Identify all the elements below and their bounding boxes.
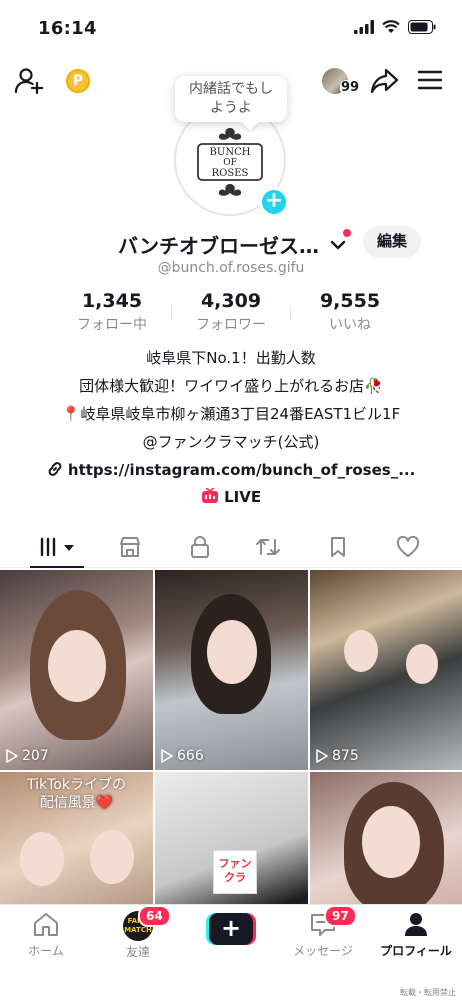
stat-followers-label: フォロワー xyxy=(196,317,266,333)
play-icon xyxy=(161,749,173,763)
link-icon xyxy=(48,462,62,476)
status-icons xyxy=(354,20,436,34)
view-count-text: 207 xyxy=(22,748,49,764)
video-thumbnail[interactable]: TikTokライブの 配信風景❤️ xyxy=(0,772,153,904)
live-label: LIVE xyxy=(224,488,262,506)
status-bar: 16:14 xyxy=(0,0,462,56)
thumb-face xyxy=(344,630,378,672)
thumb-face xyxy=(20,832,64,886)
stat-likes[interactable]: 9,555 いいね xyxy=(290,290,410,334)
menu-icon[interactable] xyxy=(417,69,443,95)
profile-name[interactable]: バンチオブローゼス… xyxy=(118,230,319,259)
tabbar-profile-label: プロフィール xyxy=(380,944,452,958)
stat-following-count: 1,345 xyxy=(81,290,143,312)
inbox-badge: 97 xyxy=(324,905,357,927)
tabbar-profile[interactable]: プロフィール xyxy=(378,911,454,959)
view-count: 666 xyxy=(161,748,204,764)
tab-liked[interactable] xyxy=(388,532,428,562)
battery-icon xyxy=(408,20,436,34)
bunch-of-roses-logo: BUNCH OF ROSES xyxy=(197,128,263,196)
svg-text:OF: OF xyxy=(223,158,237,168)
tab-private[interactable] xyxy=(180,532,220,562)
stat-followers[interactable]: 4,309 フォロワー xyxy=(171,290,291,334)
status-time: 16:14 xyxy=(38,18,97,39)
profile-handle: @bunch.of.roses.gifu xyxy=(157,260,305,276)
svg-text:BUNCH: BUNCH xyxy=(210,147,251,158)
grid-filter-icon xyxy=(40,537,74,557)
live-tv-icon xyxy=(201,487,218,503)
bio-line-2: 団体様大歓迎！ワイワイ盛り上がれるお店🥀 xyxy=(79,377,383,395)
tabbar-home-label: ホーム xyxy=(28,944,64,958)
tab-reposts[interactable] xyxy=(248,532,288,562)
video-thumbnail[interactable] xyxy=(310,772,462,904)
add-friend-icon[interactable] xyxy=(14,66,44,100)
thumb-face xyxy=(90,830,134,884)
tooltip-line-1: 内緒話でもし xyxy=(189,81,273,97)
note-tooltip[interactable]: 内緒話でもし ようよ xyxy=(175,76,287,122)
home-icon xyxy=(34,913,58,936)
view-count-text: 666 xyxy=(177,748,204,764)
stat-likes-count: 9,555 xyxy=(319,290,381,312)
video-thumbnail[interactable]: 875 xyxy=(310,570,462,770)
view-count-text: 875 xyxy=(332,748,359,764)
view-count: 207 xyxy=(6,748,49,764)
profile-bio: 岐阜県下No.1！出勤人数 団体様大歓迎！ワイワイ盛り上がれるお店🥀 📍岐阜県岐… xyxy=(0,344,462,484)
stat-likes-label: いいね xyxy=(329,317,371,333)
video-thumbnail[interactable]: ファン クラ xyxy=(155,772,308,904)
footnote: 転載・転用禁止 xyxy=(400,988,456,997)
chevron-down-icon[interactable] xyxy=(330,236,346,255)
play-icon xyxy=(6,749,18,763)
lock-icon xyxy=(191,536,209,558)
video-grid: 207 666 875 TikTokライブの 配信風景❤️ ファン クラ xyxy=(0,570,462,904)
active-tab-underline xyxy=(30,566,84,568)
svg-text:ROSES: ROSES xyxy=(212,168,249,179)
thumb-face xyxy=(406,644,438,684)
video-thumbnail[interactable]: 207 xyxy=(0,570,153,770)
fankura-sticker: ファン クラ xyxy=(213,850,257,894)
visitor-count: 99 xyxy=(340,80,361,95)
edit-profile-button[interactable]: 編集 xyxy=(363,226,421,258)
bio-line-4[interactable]: @ファンクラマッチ(公式) xyxy=(0,428,462,456)
signal-icon xyxy=(354,20,374,34)
wifi-icon xyxy=(382,20,400,33)
tab-saved[interactable] xyxy=(318,532,358,562)
profile-visitors-button[interactable]: 99 xyxy=(320,66,361,100)
thumb-caption: TikTokライブの 配信風景❤️ xyxy=(27,777,126,811)
view-count: 875 xyxy=(316,748,359,764)
tooltip-line-2: ようよ xyxy=(210,100,252,116)
content-tabs xyxy=(0,526,462,568)
bio-link-text[interactable]: https://instagram.com/bunch_of_roses_... xyxy=(68,461,415,479)
profile-icon xyxy=(405,913,427,936)
stat-following[interactable]: 1,345 フォロー中 xyxy=(52,290,172,334)
create-plus: + xyxy=(209,913,253,945)
tabbar-inbox-label: メッセージ xyxy=(293,944,353,958)
share-icon[interactable] xyxy=(370,67,400,99)
stat-followers-count: 4,309 xyxy=(200,290,262,312)
create-button[interactable]: + xyxy=(206,913,256,945)
tab-videos[interactable] xyxy=(36,532,80,562)
bookmark-icon xyxy=(331,537,345,557)
friends-badge: 64 xyxy=(138,905,171,927)
bio-line-1: 岐阜県下No.1！出勤人数 xyxy=(146,349,316,367)
live-button[interactable]: LIVE xyxy=(0,487,462,506)
bio-line-3: 📍岐阜県岐阜市柳ヶ瀬通3丁目24番EAST1ビル1F xyxy=(61,405,401,423)
video-thumbnail[interactable]: 666 xyxy=(155,570,308,770)
tabbar-home[interactable]: ホーム xyxy=(18,911,74,959)
play-icon xyxy=(316,749,328,763)
repost-icon xyxy=(256,539,280,555)
shop-icon xyxy=(120,537,140,557)
bottom-tab-bar: ホーム FANK MATCH 友達 64 + メッセージ 97 プロフィール 転… xyxy=(0,904,462,1000)
heart-icon xyxy=(396,536,420,557)
stat-following-label: フォロー中 xyxy=(77,317,147,333)
add-avatar-plus-button[interactable]: + xyxy=(259,187,289,217)
thumb-face xyxy=(48,630,106,702)
notification-dot xyxy=(343,229,351,237)
tabbar-friends-label: 友達 xyxy=(125,945,150,959)
thumb-face xyxy=(207,620,257,684)
tab-shop[interactable] xyxy=(110,532,150,562)
coin-icon[interactable]: P xyxy=(66,69,90,93)
profile-stats: 1,345 フォロー中 4,309 フォロワー 9,555 いいね xyxy=(0,290,462,336)
thumb-face xyxy=(362,806,420,878)
bio-link[interactable]: https://instagram.com/bunch_of_roses_... xyxy=(0,456,462,484)
